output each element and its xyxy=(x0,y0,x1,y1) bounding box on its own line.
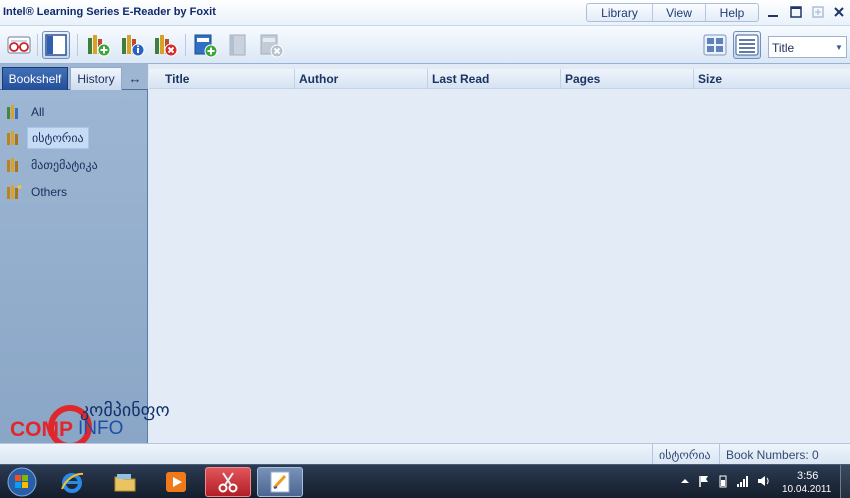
power-icon[interactable] xyxy=(716,474,730,488)
bookshelf-panel: Bookshelf History ↔ All ისტორია მათემატი… xyxy=(0,64,148,443)
remove-book-button[interactable] xyxy=(257,31,285,59)
start-button[interactable] xyxy=(3,466,41,498)
taskbar-media-player[interactable] xyxy=(153,467,199,497)
toolbar-separator xyxy=(77,34,78,56)
bookshelf-icon xyxy=(7,105,18,119)
menu-help[interactable]: Help xyxy=(706,4,758,21)
bookshelf-info-button[interactable] xyxy=(118,31,146,59)
shelf-item-all[interactable]: All xyxy=(6,100,48,124)
tab-history[interactable]: History xyxy=(70,67,122,90)
grid-view-icon xyxy=(703,34,727,56)
shelf-item-mathematics[interactable]: მათემატიკა xyxy=(6,153,102,177)
reading-glasses-icon xyxy=(7,36,31,54)
shelf-item-label: Others xyxy=(31,185,68,199)
close-icon xyxy=(834,7,844,17)
scissors-icon xyxy=(218,472,238,493)
shelf-item-history-subject[interactable]: ისტორია xyxy=(6,126,89,150)
action-center-flag-icon[interactable] xyxy=(697,474,711,488)
panel-tabs: Bookshelf History ↔ xyxy=(0,64,148,90)
bookshelf-panel-toggle[interactable] xyxy=(42,31,70,59)
status-book-count: Book Numbers: 0 xyxy=(719,444,850,465)
maximize-icon xyxy=(790,6,802,18)
taskbar: 3:56 10.04.2011 xyxy=(0,464,850,498)
open-book-button[interactable] xyxy=(224,31,252,59)
shelf-item-label: All xyxy=(31,105,45,119)
internet-explorer-icon xyxy=(61,472,84,493)
sort-by-value: Title xyxy=(772,41,795,55)
maximize-button[interactable] xyxy=(788,4,804,20)
media-player-icon xyxy=(166,472,186,492)
reader-mode-button[interactable] xyxy=(5,31,33,59)
column-author[interactable]: Author xyxy=(294,69,427,89)
windows-orb-icon xyxy=(7,467,37,497)
column-title[interactable]: Title xyxy=(161,69,294,89)
chevron-down-icon: ▼ xyxy=(835,42,843,52)
swap-panel-icon[interactable]: ↔ xyxy=(124,67,146,90)
bookshelf-icon xyxy=(7,131,18,145)
show-desktop-button[interactable] xyxy=(840,465,850,498)
shelf-item-label: მათემატიკა xyxy=(31,158,98,172)
list-view-icon xyxy=(735,34,759,56)
delete-books-icon xyxy=(155,35,178,57)
delete-bookshelf-button[interactable] xyxy=(151,31,179,59)
add-ebook-icon xyxy=(194,34,218,58)
remove-ebook-disabled-icon xyxy=(260,34,284,58)
book-disabled-icon xyxy=(229,34,246,56)
taskbar-file-explorer[interactable] xyxy=(102,467,148,497)
app-title: Intel® Learning Series E-Reader by Foxit xyxy=(3,6,216,18)
thumbnail-view-button[interactable] xyxy=(701,31,729,59)
status-bar: ისტორია Book Numbers: 0 xyxy=(0,443,850,465)
list-view-button[interactable] xyxy=(733,31,761,59)
close-button[interactable] xyxy=(831,4,847,20)
toolbar-separator xyxy=(37,34,38,56)
fullscreen-button[interactable] xyxy=(810,4,826,20)
shelf-item-others[interactable]: Others xyxy=(6,180,71,204)
ereader-app-icon xyxy=(270,471,290,493)
column-last-read[interactable]: Last Read xyxy=(427,69,560,89)
add-book-button[interactable] xyxy=(191,31,219,59)
menu-library[interactable]: Library xyxy=(587,4,653,21)
tray-expand-icon[interactable] xyxy=(678,474,692,488)
network-signal-icon[interactable] xyxy=(736,474,750,488)
tab-bookshelf[interactable]: Bookshelf xyxy=(2,67,68,90)
clock-time[interactable]: 3:56 xyxy=(797,470,818,482)
sort-by-select[interactable]: Title ▼ xyxy=(768,36,847,58)
bookshelf-icon xyxy=(7,185,22,199)
taskbar-internet-explorer[interactable] xyxy=(49,467,95,497)
folder-icon xyxy=(114,474,136,492)
logo-text-comp: COMP xyxy=(10,418,73,441)
minimize-button[interactable] xyxy=(765,4,781,20)
books-info-icon xyxy=(122,35,145,57)
volume-icon[interactable] xyxy=(756,474,770,488)
taskbar-snipping-tool[interactable] xyxy=(205,467,251,497)
clock-date[interactable]: 10.04.2011 xyxy=(782,484,831,495)
title-bar: Intel® Learning Series E-Reader by Foxit… xyxy=(0,0,850,26)
status-current-shelf: ისტორია xyxy=(652,444,719,465)
minimize-icon xyxy=(768,15,778,17)
fullscreen-icon xyxy=(812,6,824,18)
add-books-icon xyxy=(88,35,111,57)
toolbar-separator xyxy=(185,34,186,56)
logo-text-info: INFO xyxy=(78,418,123,439)
menu-view[interactable]: View xyxy=(653,4,706,21)
menu-bar: Library View Help xyxy=(586,3,759,22)
book-list-area: Title Author Last Read Pages Size xyxy=(149,64,850,443)
panel-icon xyxy=(45,34,67,56)
column-header-row: Title Author Last Read Pages Size xyxy=(149,69,850,89)
column-size[interactable]: Size xyxy=(693,69,850,89)
add-bookshelf-button[interactable] xyxy=(84,31,112,59)
taskbar-ereader[interactable] xyxy=(257,467,303,497)
bookshelf-icon xyxy=(7,158,18,172)
column-pages[interactable]: Pages xyxy=(560,69,693,89)
toolbar: Title ▼ xyxy=(0,26,850,64)
shelf-item-label: ისტორია xyxy=(27,127,89,149)
